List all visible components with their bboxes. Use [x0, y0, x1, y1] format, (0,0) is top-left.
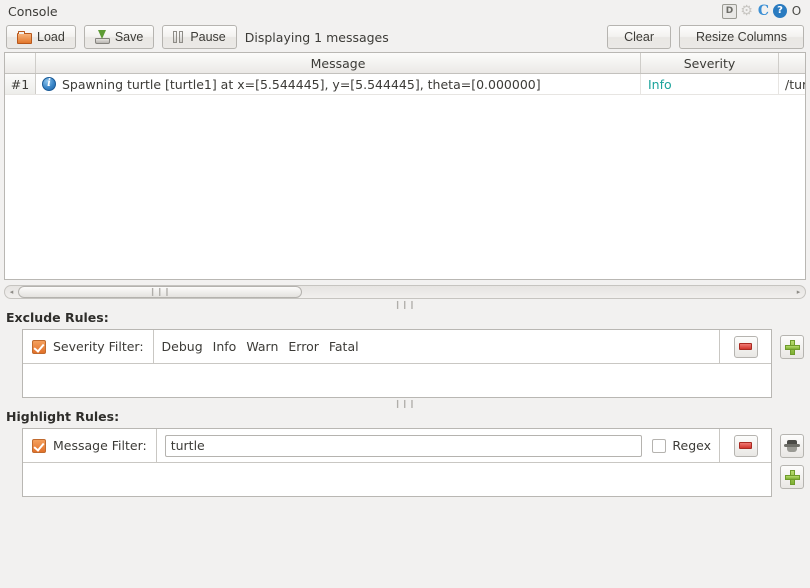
cell-node: /turt	[779, 74, 806, 94]
scroll-right-arrow-icon[interactable]: ▸	[792, 289, 805, 296]
highlight-rule-add-button[interactable]	[780, 465, 804, 489]
cell-severity: Info	[641, 74, 779, 94]
regex-option[interactable]: Regex	[652, 438, 711, 453]
info-icon: i	[42, 77, 56, 91]
table-horizontal-scrollbar[interactable]: ◂ ❙❙❙ ▸	[4, 285, 806, 299]
clear-button-label: Clear	[624, 30, 654, 44]
regex-label: Regex	[672, 438, 711, 453]
exclude-rules-section: Exclude Rules: Severity Filter: Debug In…	[0, 310, 810, 398]
cell-message-text: Spawning turtle [turtle1] at x=[5.544445…	[62, 77, 541, 92]
highlight-rules-side-buttons	[780, 428, 804, 489]
highlight-rule-hide-button[interactable]	[780, 434, 804, 458]
column-header-message[interactable]: Message	[36, 53, 641, 73]
highlight-rule-remove-button[interactable]	[734, 435, 758, 457]
resize-columns-button[interactable]: Resize Columns	[679, 25, 804, 49]
splitter-grip: ❙❙❙	[394, 301, 416, 309]
highlight-rule-name: Message Filter:	[53, 438, 147, 453]
severity-option-debug[interactable]: Debug	[162, 339, 203, 354]
severity-option-warn[interactable]: Warn	[246, 339, 278, 354]
highlight-rule-message-filter: Message Filter: Regex	[23, 429, 771, 463]
exclude-rule-remove-cell	[719, 330, 771, 363]
severity-option-info[interactable]: Info	[213, 339, 237, 354]
highlight-rules-box: Message Filter: Regex	[22, 428, 772, 497]
folder-open-icon	[17, 31, 32, 44]
exclude-rule-name: Severity Filter:	[53, 339, 144, 354]
cell-index: #1	[5, 74, 36, 94]
highlight-rule-label-cell: Message Filter:	[23, 429, 157, 462]
window-title: Console	[8, 4, 58, 19]
exclude-rules-label: Exclude Rules:	[0, 310, 810, 329]
splitter-handle-top[interactable]: ❙❙❙	[0, 299, 810, 310]
minus-icon	[739, 442, 752, 449]
minus-icon	[739, 343, 752, 350]
scrollbar-thumb[interactable]: ❙❙❙	[18, 286, 302, 298]
message-table[interactable]: Message Severity #1 i Spawning turtle [t…	[4, 52, 806, 280]
exclude-rule-add-button[interactable]	[780, 335, 804, 359]
severity-option-fatal[interactable]: Fatal	[329, 339, 359, 354]
highlight-rule-remove-cell	[719, 429, 771, 462]
exclude-rule-enabled-checkbox[interactable]	[32, 340, 46, 354]
pause-icon	[173, 31, 185, 43]
refresh-icon[interactable]: C	[756, 4, 771, 19]
column-header-index[interactable]	[5, 53, 36, 73]
dock-controls: D ⚙ C ? O	[722, 4, 806, 19]
save-button[interactable]: Save	[84, 25, 155, 49]
message-count-status: Displaying 1 messages	[245, 30, 389, 45]
message-filter-input[interactable]	[165, 435, 643, 457]
help-icon[interactable]: ?	[773, 4, 787, 18]
column-header-node[interactable]	[779, 53, 806, 73]
clear-button[interactable]: Clear	[607, 25, 671, 49]
highlight-rule-enabled-checkbox[interactable]	[32, 439, 46, 453]
scrollbar-track[interactable]: ❙❙❙	[18, 286, 792, 298]
dock-icon[interactable]: D	[722, 4, 737, 19]
highlight-rules-row: Message Filter: Regex	[0, 428, 810, 497]
table-row[interactable]: #1 i Spawning turtle [turtle1] at x=[5.5…	[5, 74, 805, 95]
highlight-rule-body-cell: Regex	[157, 429, 719, 462]
save-button-label: Save	[115, 30, 144, 44]
resize-columns-button-label: Resize Columns	[696, 30, 787, 44]
exclude-rules-side-buttons	[780, 329, 804, 359]
save-disk-icon	[95, 30, 110, 44]
plus-icon	[785, 340, 800, 355]
close-icon[interactable]: O	[789, 4, 804, 19]
table-header-row: Message Severity	[5, 53, 805, 74]
plus-icon	[785, 470, 800, 485]
load-button[interactable]: Load	[6, 25, 76, 49]
exclude-rule-remove-button[interactable]	[734, 336, 758, 358]
highlight-rules-section: Highlight Rules: Message Filter: Regex	[0, 409, 810, 497]
cell-message: i Spawning turtle [turtle1] at x=[5.5444…	[36, 74, 641, 94]
splitter-handle-bottom[interactable]: ❙❙❙	[0, 398, 810, 409]
scrollbar-thumb-grip: ❙❙❙	[149, 288, 171, 296]
highlight-rules-label: Highlight Rules:	[0, 409, 810, 428]
exclude-rules-box: Severity Filter: Debug Info Warn Error F…	[22, 329, 772, 398]
pause-button[interactable]: Pause	[162, 25, 236, 49]
highlight-rules-empty-area	[23, 463, 771, 496]
scroll-left-arrow-icon[interactable]: ◂	[5, 289, 18, 296]
column-header-severity[interactable]: Severity	[641, 53, 779, 73]
exclude-rule-severity-filter: Severity Filter: Debug Info Warn Error F…	[23, 330, 771, 364]
exclude-rule-label-cell: Severity Filter:	[23, 330, 154, 363]
load-button-label: Load	[37, 30, 65, 44]
console-toolbar: Load Save Pause Displaying 1 messages Cl…	[0, 22, 810, 52]
pause-button-label: Pause	[190, 30, 225, 44]
exclude-rules-row: Severity Filter: Debug Info Warn Error F…	[0, 329, 810, 398]
splitter-grip-2: ❙❙❙	[394, 400, 416, 408]
exclude-rule-body-cell[interactable]: Debug Info Warn Error Fatal	[154, 330, 719, 363]
incognito-hat-icon	[784, 440, 800, 453]
regex-checkbox[interactable]	[652, 439, 666, 453]
severity-option-list[interactable]: Debug Info Warn Error Fatal	[162, 339, 359, 354]
exclude-rules-empty-area	[23, 364, 771, 397]
settings-gear-icon[interactable]: ⚙	[739, 4, 754, 19]
severity-option-error[interactable]: Error	[288, 339, 318, 354]
window-titlebar: Console D ⚙ C ? O	[0, 0, 810, 22]
